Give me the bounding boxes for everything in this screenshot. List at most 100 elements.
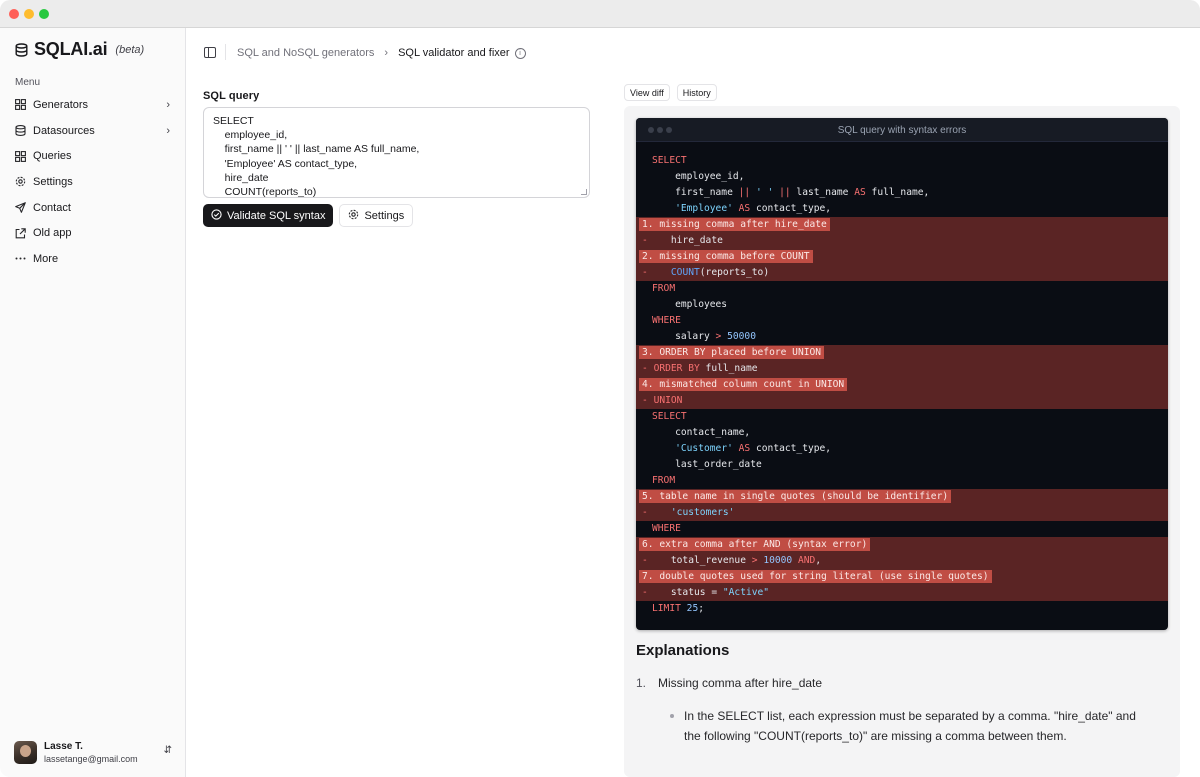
code-line-text: employee_id,: [652, 171, 745, 182]
sidebar-item-settings[interactable]: Settings: [8, 169, 178, 195]
query-line: first_name || ' ' || last_name AS full_n…: [213, 143, 420, 156]
code-line: salary > 50000: [636, 329, 1168, 345]
code-line-text: FROM: [652, 475, 676, 486]
error-code-line: - ORDER BY full_name: [636, 361, 1168, 377]
query-line: SELECT: [213, 115, 254, 127]
avatar: [14, 740, 37, 764]
explanation-number: 1.: [636, 676, 647, 690]
error-code-line: - total_revenue > 10000 AND,: [636, 553, 1168, 569]
gear-icon: [348, 209, 359, 223]
code-listing: SELECT employee_id, first_name || ' ' ||…: [636, 153, 1168, 617]
error-code-line: - UNION: [636, 393, 1168, 409]
settings-button[interactable]: Settings: [339, 204, 414, 227]
error-code-line: - status = "Active": [636, 585, 1168, 601]
code-line-text: - 'customers': [642, 507, 735, 518]
chevron-right-icon: ›: [384, 47, 389, 59]
output-tabs: View diff History: [624, 84, 1180, 101]
query-line: employee_id,: [213, 129, 288, 142]
validate-sql-button[interactable]: Validate SQL syntax: [203, 204, 334, 227]
sql-query-label: SQL query: [203, 90, 260, 102]
info-icon[interactable]: i: [514, 47, 526, 59]
code-line-text: 1. missing comma after hire_date: [639, 217, 830, 233]
error-annotation: 7. double quotes used for string literal…: [636, 569, 1168, 585]
query-line: COUNT(reports_to): [213, 186, 317, 198]
app-window: SQLAI.ai (beta) Menu Generators › Dataso…: [0, 0, 1200, 777]
chevron-up-down-icon: ⇵: [163, 745, 172, 756]
sidebar-item-generators[interactable]: Generators ›: [8, 92, 178, 118]
breadcrumb-parent-link[interactable]: SQL and NoSQL generators: [237, 47, 374, 59]
database-icon: [15, 125, 26, 136]
code-line: LIMIT 25;: [636, 601, 1168, 617]
sql-query-input[interactable]: SELECT employee_id, first_name || ' ' ||…: [203, 107, 590, 198]
beta-tag: (beta): [115, 43, 145, 56]
error-code-line: - 'customers': [636, 505, 1168, 521]
code-line-text: 'Employee' AS contact_type,: [675, 203, 832, 214]
gear-icon: [15, 176, 26, 187]
bullet: [670, 714, 674, 718]
code-line: contact_name,: [636, 425, 1168, 441]
sidebar-item-label: Settings: [33, 175, 73, 188]
code-line-text: 4. mismatched column count in UNION: [639, 377, 848, 393]
menu-label: Menu: [15, 77, 41, 88]
user-name: Lasse T.: [44, 740, 83, 752]
error-annotation: 5. table name in single quotes (should b…: [636, 489, 1168, 505]
code-line-text: 'Customer' AS contact_type,: [675, 443, 832, 454]
code-line-text: 5. table name in single quotes (should b…: [639, 489, 952, 505]
code-line-text: - COUNT(reports_to): [642, 267, 770, 278]
query-panel: SQL query SELECT employee_id, first_name…: [203, 90, 590, 227]
validate-sql-label: Validate SQL syntax: [227, 209, 326, 222]
view-diff-button[interactable]: View diff: [624, 84, 670, 101]
code-line-text: 6. extra comma after AND (syntax error): [639, 537, 871, 553]
sidebar-item-queries[interactable]: Queries: [8, 143, 178, 169]
code-line: 'Customer' AS contact_type,: [636, 441, 1168, 457]
sidebar-item-label: More: [33, 252, 59, 265]
maximize-window-button[interactable]: [39, 9, 49, 19]
query-line: hire_date: [213, 171, 269, 184]
code-line-text: salary > 50000: [652, 331, 756, 342]
error-annotation: 4. mismatched column count in UNION: [636, 377, 1168, 393]
page-header: SQL and NoSQL generators › SQL validator…: [187, 28, 1200, 78]
close-window-button[interactable]: [9, 9, 19, 19]
code-line: SELECT: [636, 153, 1168, 169]
code-line-text: - hire_date: [642, 235, 723, 246]
history-button[interactable]: History: [676, 84, 717, 101]
sidebar-item-more[interactable]: More: [8, 246, 178, 272]
code-line-text: contact_name,: [652, 427, 751, 438]
settings-label: Settings: [364, 209, 405, 222]
code-line-text: - total_revenue > 10000 AND,: [642, 555, 822, 566]
code-line: FROM: [636, 473, 1168, 489]
code-line: first_name || ' ' || last_name AS full_n…: [636, 185, 1168, 201]
sidebar-item-label: Old app: [33, 227, 72, 240]
user-menu[interactable]: Lasse T. lassetange@gmail.com ⇵: [14, 738, 178, 766]
external-link-icon: [15, 228, 26, 239]
code-line-text: last_order_date: [652, 459, 762, 470]
user-email: lassetange@gmail.com: [44, 753, 138, 764]
send-icon: [15, 202, 26, 213]
code-window-title: SQL query with syntax errors: [837, 125, 967, 136]
sidebar-item-label: Queries: [33, 150, 72, 163]
code-line: employee_id,: [636, 169, 1168, 185]
explanations-section: Explanations 1. Missing comma after hire…: [636, 642, 1156, 746]
code-line: SELECT: [636, 409, 1168, 425]
database-icon: [14, 42, 28, 57]
resize-handle[interactable]: [581, 189, 587, 195]
chevron-right-icon: ›: [166, 99, 170, 111]
sidebar-item-label: Datasources: [33, 124, 95, 137]
brand-logo[interactable]: SQLAI.ai (beta): [14, 39, 144, 60]
minimize-window-button[interactable]: [24, 9, 34, 19]
sidebar-item-datasources[interactable]: Datasources ›: [8, 118, 178, 144]
code-line: 'Employee' AS contact_type,: [636, 201, 1168, 217]
code-line-text: SELECT: [652, 155, 687, 166]
code-line: WHERE: [636, 521, 1168, 537]
code-line-text: WHERE: [652, 523, 681, 534]
error-annotation: 6. extra comma after AND (syntax error): [636, 537, 1168, 553]
sidebar-toggle-icon[interactable]: [204, 47, 216, 58]
code-line-text: - UNION: [642, 395, 683, 406]
error-code-line: - hire_date: [636, 233, 1168, 249]
sidebar-item-old-app[interactable]: Old app: [8, 220, 178, 246]
code-window-bar: SQL query with syntax errors: [636, 118, 1168, 142]
sidebar-item-label: Contact: [33, 201, 71, 214]
query-actions: Validate SQL syntax Settings: [203, 204, 590, 227]
code-line: WHERE: [636, 313, 1168, 329]
sidebar-item-contact[interactable]: Contact: [8, 195, 178, 221]
